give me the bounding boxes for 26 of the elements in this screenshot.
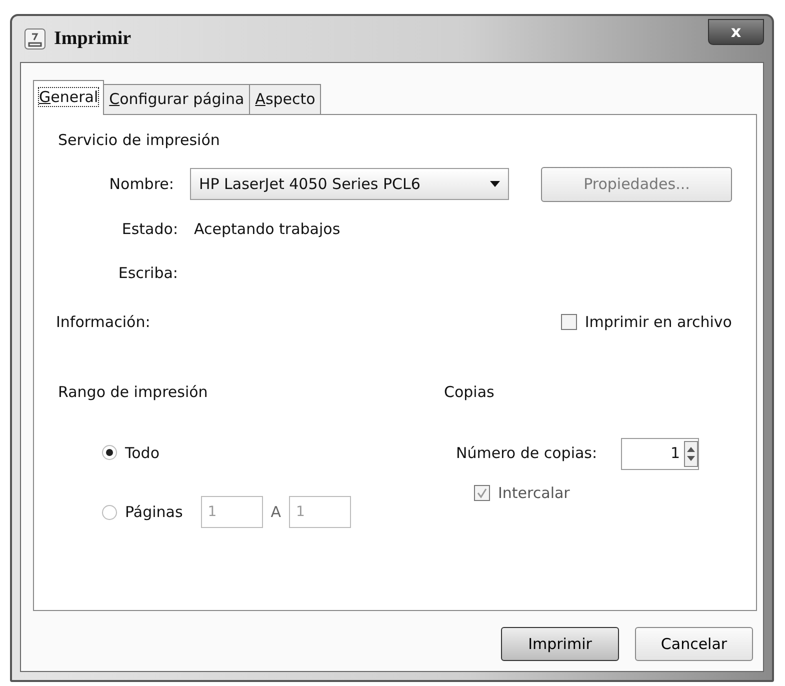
- field-label: Número de copias:: [456, 443, 598, 464]
- dialog-button[interactable]: Cancelar: [635, 626, 753, 661]
- tab[interactable]: General: [33, 80, 104, 114]
- print-to-file-checkbox[interactable]: Imprimir en archivo: [560, 310, 732, 333]
- radio-option[interactable]: Páginas: [102, 500, 183, 524]
- field-label: Información:: [56, 312, 150, 332]
- caret-icon: [490, 181, 500, 188]
- field-label: Nombre:: [108, 174, 174, 195]
- field-label: Escriba:: [117, 263, 178, 284]
- section-heading: Copias: [444, 382, 496, 403]
- dialog-button[interactable]: Imprimir: [501, 626, 619, 661]
- tab[interactable]: Aspecto: [249, 84, 322, 114]
- window-title: Imprimir: [54, 26, 132, 51]
- tab[interactable]: Configurar página: [103, 84, 250, 114]
- section-heading: Servicio de impresión: [58, 130, 221, 150]
- close-button[interactable]: x: [708, 19, 764, 45]
- field-label: Estado:: [120, 218, 178, 240]
- radio-option[interactable]: Todo: [102, 442, 160, 464]
- spin-arrows-icon: [684, 440, 698, 466]
- radio-dot-icon: [106, 449, 113, 456]
- section-heading: Rango de impresión: [58, 382, 209, 403]
- status-value: Aceptando trabajos: [194, 218, 340, 240]
- range-separator-label: A: [270, 502, 282, 523]
- check-icon: [476, 486, 488, 499]
- copies-spinner[interactable]: 1: [621, 438, 700, 470]
- printer-dropdown[interactable]: HP LaserJet 4050 Series PCL6: [190, 168, 510, 200]
